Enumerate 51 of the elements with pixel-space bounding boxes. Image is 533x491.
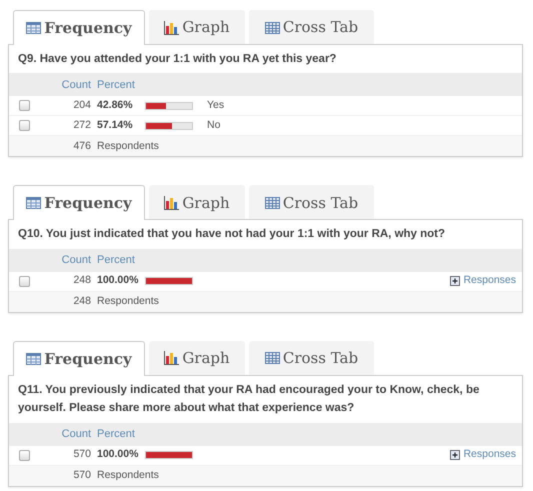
checkbox[interactable] <box>18 276 30 287</box>
tab[interactable]: Frequency <box>13 10 145 45</box>
percent-cell-text: 100.00% <box>97 273 140 288</box>
answer-label: No <box>207 118 220 134</box>
tab[interactable]: Cross Tab <box>249 10 374 44</box>
tab[interactable]: Graph <box>149 340 245 375</box>
percent-cell-text: 57.14% <box>97 118 134 134</box>
column-header: Percent <box>97 426 135 442</box>
tab[interactable]: Cross Tab <box>249 340 374 375</box>
checkbox[interactable] <box>18 450 30 461</box>
tab[interactable]: Graph <box>149 185 245 220</box>
percent-cell-text: 42.86% <box>97 98 134 114</box>
question-text: Q9. Have you attended your 1:1 with you RA yet this year? <box>17 52 338 67</box>
expand-icon <box>450 276 460 286</box>
expand-icon <box>450 450 460 460</box>
respondents-label: Respondents <box>97 138 159 154</box>
checkbox[interactable] <box>18 100 30 112</box>
tab[interactable]: Frequency <box>13 340 145 376</box>
percent-cell-text: 100.00% <box>97 447 140 462</box>
respondent-count: 570 <box>72 468 92 483</box>
grid-icon <box>264 22 280 34</box>
responses-link[interactable]: Responses <box>450 447 516 463</box>
count-cell-text: 204 <box>72 98 92 114</box>
count-cell-text: 570 <box>72 447 92 462</box>
table-icon <box>26 197 42 210</box>
column-header: Count <box>60 426 92 442</box>
question-text: Q11. You previously indicated that your RA had encouraged your to Know, check, be yourself. Please share more about what that experience was? <box>17 382 480 416</box>
tab[interactable]: Graph <box>149 10 245 44</box>
answer-label: Yes <box>207 98 224 114</box>
bar-chart-icon <box>164 20 180 34</box>
count-cell-text: 272 <box>72 118 92 134</box>
column-header: Count <box>60 253 92 268</box>
question-text: Q10. You just indicated that you have not had your 1:1 with your RA, why not? <box>17 227 446 242</box>
tab[interactable]: Cross Tab <box>249 185 374 220</box>
grid-icon <box>264 196 280 209</box>
respondents-label: Respondents <box>97 294 159 309</box>
respondent-count: 476 <box>72 138 92 154</box>
respondent-count: 248 <box>72 294 92 309</box>
column-header: Count <box>60 78 92 93</box>
bar-chart-icon <box>164 351 180 366</box>
column-header: Percent <box>97 78 135 93</box>
count-cell-text: 248 <box>72 273 92 288</box>
respondents-label: Respondents <box>97 468 159 483</box>
bar-chart-icon <box>164 196 180 210</box>
checkbox[interactable] <box>18 120 30 132</box>
table-icon <box>26 352 42 365</box>
grid-icon <box>264 352 280 364</box>
responses-link[interactable]: Responses <box>450 273 516 290</box>
column-header: Percent <box>97 253 135 268</box>
tab[interactable]: Frequency <box>13 185 145 220</box>
table-icon <box>26 22 42 34</box>
